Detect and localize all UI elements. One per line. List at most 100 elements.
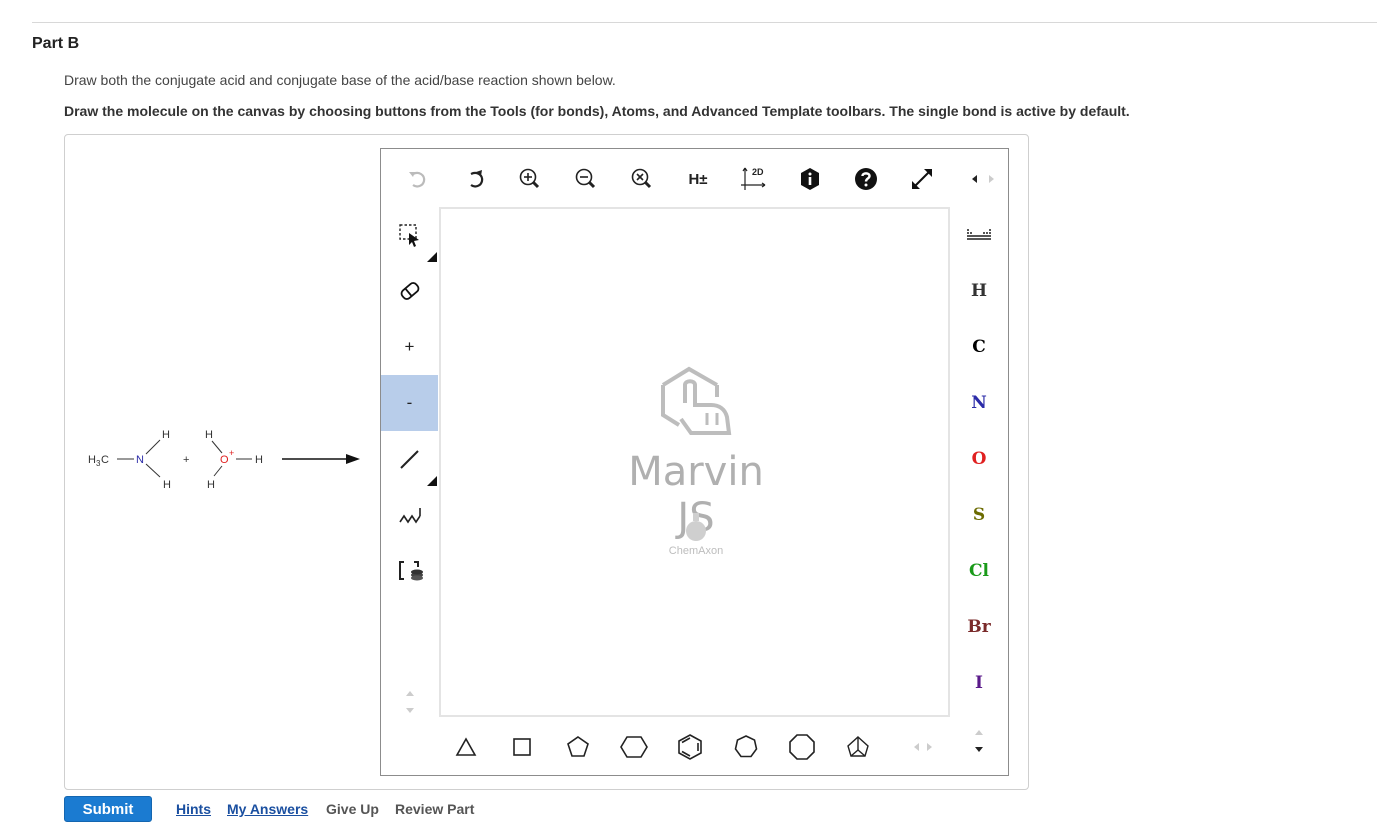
expand-icon	[912, 169, 932, 189]
zoom-reset-button[interactable]	[626, 163, 658, 195]
redo-icon	[470, 170, 484, 188]
o-hydrogen-top: H	[205, 429, 213, 441]
charge-plus-button[interactable]: +	[381, 319, 438, 375]
eraser-tool-button[interactable]	[381, 263, 438, 319]
heptagon-icon	[734, 735, 758, 758]
drawing-canvas[interactable]: Marvin JS ChemAxon	[439, 207, 950, 717]
vendor-watermark: ChemAxon	[668, 545, 724, 557]
n-h-bond-top	[145, 439, 161, 455]
atom-button-n[interactable]: N	[950, 375, 1008, 431]
question-instruction: Draw both the conjugate acid and conjuga…	[64, 72, 616, 88]
n-hydrogen-top: H	[162, 429, 170, 441]
drawing-instruction: Draw the molecule on the canvas by choos…	[64, 103, 1130, 119]
up-down-arrows-icon	[975, 730, 983, 752]
reaction-arrowhead	[346, 454, 360, 464]
atom-button-i[interactable]: I	[950, 655, 1008, 711]
square-icon	[513, 738, 531, 756]
tools-scroll[interactable]	[381, 687, 438, 716]
o-h-bond-top	[211, 440, 223, 454]
templates-toolbar	[439, 718, 950, 776]
marvin-logo-icon	[661, 366, 732, 435]
toolbar-scroll[interactable]	[963, 163, 1003, 195]
eraser-icon	[400, 282, 419, 300]
atom-label: Cl	[969, 561, 989, 581]
nitrogen-atom: N	[136, 454, 144, 466]
info-button[interactable]	[794, 163, 826, 195]
help-button[interactable]	[850, 163, 882, 195]
submenu-corner	[427, 252, 437, 262]
template-cycloheptane-button[interactable]	[731, 732, 761, 762]
octagon-icon	[789, 734, 815, 760]
oxygen-charge: +	[229, 448, 234, 458]
atoms-toolbar: H C N O S Cl Br I	[950, 207, 1008, 752]
pentagon-icon	[567, 736, 589, 757]
o-h-bond-bottom	[213, 465, 223, 477]
clean-2d-button[interactable]: 2D	[738, 163, 770, 195]
top-toolbar: H± 2D	[381, 149, 1008, 207]
review-part-link[interactable]: Review Part	[395, 801, 474, 817]
up-down-arrows-icon	[405, 690, 414, 713]
template-cyclooctane-button[interactable]	[787, 732, 817, 762]
single-bond-icon	[399, 450, 419, 469]
template-bicyclic-button[interactable]	[843, 732, 873, 762]
zoom-reset-icon	[631, 168, 652, 189]
tools-toolbar: + -	[381, 207, 439, 716]
atom-button-o[interactable]: O	[950, 431, 1008, 487]
give-up-link[interactable]: Give Up	[326, 801, 379, 817]
brackets-tool-button[interactable]	[381, 543, 438, 599]
oxygen-atom: O	[220, 454, 229, 466]
bicyclic-icon	[847, 736, 869, 757]
undo-icon	[409, 171, 426, 188]
atom-label: S	[972, 505, 986, 525]
zoom-in-icon	[519, 168, 540, 189]
methyl-h: H	[88, 454, 96, 466]
atom-label: C	[972, 337, 986, 357]
my-answers-link[interactable]: My Answers	[227, 801, 308, 817]
zoom-out-button[interactable]	[570, 163, 602, 195]
atom-button-c[interactable]: C	[950, 319, 1008, 375]
hydrogen-toggle-button[interactable]: H±	[682, 163, 714, 195]
chain-tool-button[interactable]	[381, 487, 438, 543]
hints-link[interactable]: Hints	[176, 801, 211, 817]
redo-button[interactable]	[459, 163, 491, 195]
triangle-icon	[455, 737, 477, 756]
left-right-arrows-icon	[914, 743, 932, 751]
template-cyclopentane-button[interactable]	[563, 732, 593, 762]
zoom-out-icon	[575, 168, 596, 189]
undo-button[interactable]	[401, 163, 433, 195]
methyl-c: C	[101, 454, 109, 466]
reaction-scheme: H 3 C N H H + H O + H H	[88, 429, 360, 491]
atom-label: Br	[967, 617, 991, 637]
clean-2d-label: 2D	[752, 167, 764, 177]
section-divider	[32, 22, 1377, 23]
atom-button-br[interactable]: Br	[950, 599, 1008, 655]
periodic-table-button[interactable]	[950, 207, 1008, 263]
selection-tool-button[interactable]	[381, 207, 438, 263]
selection-icon	[398, 224, 419, 247]
atom-button-cl[interactable]: Cl	[950, 543, 1008, 599]
template-cyclohexane-button[interactable]	[619, 732, 649, 762]
zoom-in-button[interactable]	[514, 163, 546, 195]
template-cyclopropane-button[interactable]	[451, 732, 481, 762]
templates-scroll[interactable]	[903, 732, 943, 762]
template-cyclobutane-button[interactable]	[507, 732, 537, 762]
n-hydrogen-bottom: H	[163, 479, 171, 491]
submit-button[interactable]: Submit	[64, 796, 152, 822]
hexagon-icon	[620, 736, 648, 758]
fullscreen-button[interactable]	[906, 163, 938, 195]
info-icon	[801, 168, 819, 190]
left-right-arrows-icon	[972, 175, 994, 183]
atoms-scroll[interactable]	[950, 725, 1008, 757]
atom-button-s[interactable]: S	[950, 487, 1008, 543]
atom-label: I	[975, 673, 983, 693]
brackets-icon	[398, 561, 423, 581]
template-benzene-button[interactable]	[675, 732, 705, 762]
n-h-bond-bottom	[145, 463, 161, 478]
charge-minus-button[interactable]: -	[381, 375, 438, 431]
atom-button-h[interactable]: H	[950, 263, 1008, 319]
flask-icon	[686, 513, 706, 541]
single-bond-button[interactable]	[381, 431, 438, 487]
benzene-icon	[678, 734, 702, 760]
o-hydrogen-bottom: H	[207, 479, 215, 491]
reaction-plus: +	[183, 454, 189, 466]
